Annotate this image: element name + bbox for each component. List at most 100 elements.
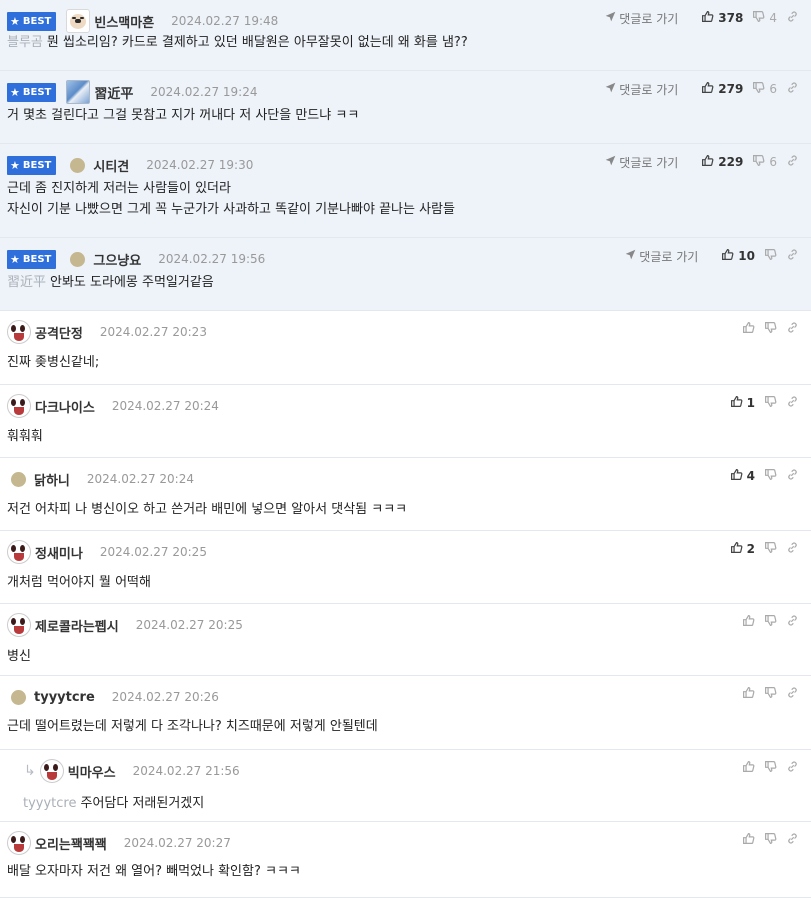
comment-header: ★ BEST 빈스맥마흔 2024.02.27 19:48	[7, 9, 278, 33]
mention-username[interactable]: 블루곰	[7, 35, 43, 50]
goto-comment-link[interactable]: 댓글로 가기	[605, 10, 678, 27]
goto-comment-link[interactable]: 댓글로 가기	[605, 154, 678, 171]
star-icon: ★	[10, 158, 20, 172]
comment-item: 닭하니 2024.02.27 20:24 4 저건 어차피 나 병신이오 하고 쓴거라…	[0, 458, 811, 531]
share-link-button[interactable]	[786, 395, 799, 411]
share-link-button[interactable]	[786, 154, 799, 170]
upvote-button[interactable]: 279	[701, 81, 743, 97]
thumbs-up-icon	[701, 81, 714, 97]
comment-body: 거 몇초 걸린다고 그걸 못참고 지가 꺼내다 저 사단을 만드냐 ㅋㅋ	[7, 105, 359, 126]
comment-header: 다크나이스 2024.02.27 20:24	[7, 394, 219, 418]
comment-author[interactable]: 習近平	[94, 83, 133, 102]
downvote-button[interactable]	[764, 760, 777, 776]
share-link-button[interactable]	[786, 468, 799, 484]
share-link-button[interactable]	[786, 614, 799, 630]
comment-actions: 댓글로 가기 10	[625, 247, 799, 265]
upvote-button[interactable]	[742, 760, 755, 776]
panda-avatar[interactable]	[7, 394, 31, 418]
upvote-button[interactable]: 229	[701, 154, 743, 170]
comment-text-line: 거 몇초 걸린다고 그걸 못참고 지가 꺼내다 저 사단을 만드냐 ㅋㅋ	[7, 105, 359, 126]
dot-avatar[interactable]	[11, 471, 26, 487]
panda-avatar[interactable]	[7, 540, 31, 564]
upvote-button[interactable]: 1	[730, 395, 755, 411]
mention-username[interactable]: tyyytcre	[23, 796, 76, 811]
panda-avatar[interactable]	[7, 831, 31, 855]
downvote-button[interactable]: 6	[752, 154, 777, 170]
comment-date: 2024.02.27 20:27	[123, 836, 231, 850]
downvote-button[interactable]	[764, 686, 777, 702]
share-link-button[interactable]	[786, 541, 799, 557]
downvote-button[interactable]	[764, 541, 777, 557]
star-icon: ★	[10, 14, 20, 28]
comment-item: 오리는꽥꽥꽥 2024.02.27 20:27 배달 오자마자 저건 왜 열어? 빼…	[0, 822, 811, 898]
share-link-button[interactable]	[786, 686, 799, 702]
upvote-button[interactable]	[742, 686, 755, 702]
share-link-button[interactable]	[786, 81, 799, 97]
upvote-button[interactable]	[742, 614, 755, 630]
share-link-button[interactable]	[786, 832, 799, 848]
panda-avatar[interactable]	[39, 759, 64, 783]
comment-actions: 1	[721, 394, 799, 412]
comment-text: 안봐도 도라에몽 주먹일거같음	[50, 275, 214, 290]
dot-avatar[interactable]	[11, 689, 26, 705]
share-link-button[interactable]	[786, 248, 799, 264]
upvote-button[interactable]	[742, 832, 755, 848]
upvote-button[interactable]: 10	[721, 248, 755, 264]
goto-comment-link[interactable]: 댓글로 가기	[605, 81, 678, 98]
link-icon	[786, 760, 799, 776]
link-icon	[786, 10, 799, 26]
comment-body: 배달 오자마자 저건 왜 열어? 빼먹었나 확인함? ㅋㅋㅋ	[7, 861, 301, 882]
upvote-button[interactable]: 2	[730, 541, 755, 557]
photo-avatar[interactable]	[66, 80, 91, 104]
downvote-button[interactable]	[764, 468, 777, 484]
comment-author[interactable]: 시티견	[93, 156, 129, 175]
downvote-button[interactable]: 4	[752, 10, 777, 26]
send-icon	[605, 155, 619, 169]
downvote-button[interactable]: 6	[752, 81, 777, 97]
dog-avatar[interactable]	[66, 9, 91, 33]
comment-body: 저건 어차피 나 병신이오 하고 쓴거라 배민에 넣으면 알아서 댓삭됨 ㅋㅋㅋ	[7, 499, 407, 520]
comment-actions	[733, 320, 799, 338]
comment-author[interactable]: 빅마우스	[68, 762, 116, 781]
comment-author[interactable]: 공격단정	[35, 323, 83, 342]
comment-text-line: 진짜 좆병신같네;	[7, 352, 99, 373]
share-link-button[interactable]	[786, 321, 799, 337]
comment-author[interactable]: 정새미나	[35, 543, 83, 562]
comment-text-line: 병신	[7, 646, 31, 667]
comment-author[interactable]: 빈스맥마흔	[94, 12, 154, 31]
share-link-button[interactable]	[786, 10, 799, 26]
link-icon	[786, 248, 799, 264]
comment-body: 훠훠훠	[7, 426, 43, 447]
downvote-button[interactable]	[764, 321, 777, 337]
dot-avatar[interactable]	[70, 157, 86, 173]
comment-text: 자신이 기분 나빴으면 그게 꼭 누군가가 사과하고 똑같이 기분나빠야 끝나는…	[7, 202, 455, 217]
comment-author[interactable]: 오리는꽥꽥꽥	[35, 834, 107, 853]
comment-author[interactable]: tyyytcre	[34, 690, 95, 705]
comment-item: 공격단정 2024.02.27 20:23 진짜 좆병신같네;	[0, 311, 811, 385]
comment-date: 2024.02.27 20:24	[111, 399, 219, 413]
upvote-button[interactable]: 4	[730, 468, 755, 484]
comment-author[interactable]: 제로콜라는펩시	[35, 616, 119, 635]
upvote-button[interactable]: 378	[701, 10, 743, 26]
comment-body: 병신	[7, 646, 31, 667]
thumbs-up-icon	[742, 321, 755, 337]
thumbs-down-icon	[752, 81, 765, 97]
comment-text: 저건 어차피 나 병신이오 하고 쓴거라 배민에 넣으면 알아서 댓삭됨 ㅋㅋㅋ	[7, 502, 408, 517]
goto-comment-link[interactable]: 댓글로 가기	[625, 248, 698, 265]
dot-avatar[interactable]	[70, 251, 86, 267]
comment-text: 개처럼 먹어야지 뭘 어떡해	[7, 575, 151, 590]
mention-username[interactable]: 習近平	[7, 275, 46, 290]
downvote-button[interactable]	[764, 614, 777, 630]
upvote-button[interactable]	[742, 321, 755, 337]
comment-author[interactable]: 그으냥요	[93, 250, 141, 269]
comment-header: 오리는꽥꽥꽥 2024.02.27 20:27	[7, 831, 231, 855]
downvote-button[interactable]	[764, 395, 777, 411]
panda-avatar[interactable]	[7, 320, 31, 344]
share-link-button[interactable]	[786, 760, 799, 776]
comment-author[interactable]: 닭하니	[34, 470, 70, 489]
comment-author[interactable]: 다크나이스	[35, 397, 95, 416]
panda-avatar[interactable]	[7, 613, 31, 637]
downvote-button[interactable]	[764, 248, 777, 264]
best-badge-label: BEST	[22, 15, 52, 27]
downvote-button[interactable]	[764, 832, 777, 848]
